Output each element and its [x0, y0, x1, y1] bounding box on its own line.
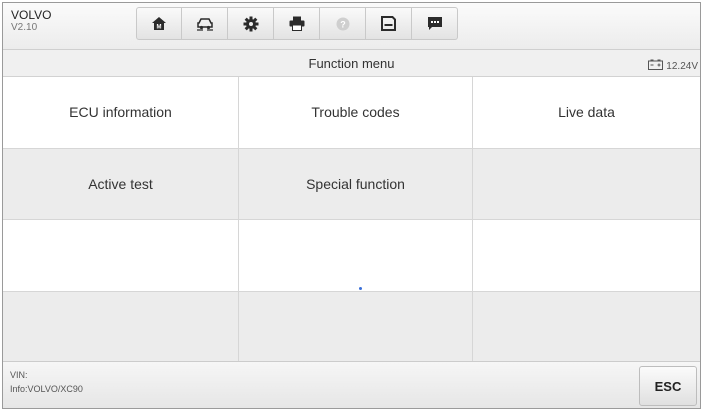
menu-item-label: ECU information — [69, 104, 172, 121]
menu-item-label: Trouble codes — [311, 104, 400, 121]
menu-item-label: Live data — [558, 104, 615, 121]
vin-label: VIN: — [10, 370, 28, 380]
vehicle-swap-button[interactable] — [182, 7, 228, 40]
menu-cell-empty — [3, 291, 239, 363]
settings-gear-icon — [243, 16, 259, 32]
menu-item-live-data[interactable]: Live data — [473, 77, 700, 149]
vehicle-info: VIN: Info:VOLVO/XC90 — [10, 368, 83, 397]
vehicle-brand: VOLVO V2.10 — [11, 8, 52, 34]
brand-name: VOLVO — [11, 8, 52, 22]
battery-status: 12.24V — [648, 57, 698, 75]
home-icon: M — [151, 16, 167, 31]
svg-text:?: ? — [340, 19, 346, 29]
help-icon: ? — [336, 17, 350, 31]
help-button[interactable]: ? — [320, 7, 366, 40]
toolbar-buttons: M ? — [136, 7, 458, 40]
vehicle-model-info: Info:VOLVO/XC90 — [10, 384, 83, 395]
menu-cell-empty — [239, 291, 473, 363]
esc-button[interactable]: ESC — [639, 366, 697, 406]
menu-cell-empty — [473, 148, 700, 220]
page-title: Function menu — [308, 56, 395, 71]
function-menu-grid: ECU information Trouble codes Live data … — [3, 77, 700, 363]
menu-item-active-test[interactable]: Active test — [3, 148, 239, 220]
svg-text:M: M — [157, 25, 162, 31]
save-button[interactable] — [366, 7, 412, 40]
home-button[interactable]: M — [136, 7, 182, 40]
battery-icon — [648, 57, 664, 75]
print-icon — [289, 16, 305, 31]
save-icon — [381, 16, 396, 31]
battery-voltage: 12.24V — [666, 60, 698, 72]
software-version: V2.10 — [11, 22, 38, 34]
menu-cell-empty — [473, 291, 700, 363]
menu-cell-empty — [3, 220, 239, 292]
status-footer: VIN: Info:VOLVO/XC90 ESC — [3, 361, 700, 408]
top-toolbar: VOLVO V2.10 M ? — [3, 3, 700, 50]
print-button[interactable] — [274, 7, 320, 40]
vehicle-swap-icon — [196, 17, 214, 31]
menu-item-label: Special function — [306, 175, 405, 192]
menu-cell-empty — [239, 220, 473, 292]
page-indicator-dot — [359, 287, 362, 290]
menu-item-ecu-information[interactable]: ECU information — [3, 77, 239, 149]
app-window: VOLVO V2.10 M ? Function menu 12.24V ECU… — [2, 2, 701, 409]
data-logging-icon — [427, 16, 443, 31]
settings-button[interactable] — [228, 7, 274, 40]
menu-cell-empty — [473, 220, 700, 292]
title-bar: Function menu 12.24V — [3, 50, 700, 77]
menu-item-special-function[interactable]: Special function — [239, 148, 473, 220]
menu-item-trouble-codes[interactable]: Trouble codes — [239, 77, 473, 149]
menu-item-label: Active test — [88, 175, 153, 192]
data-logging-button[interactable] — [412, 7, 458, 40]
